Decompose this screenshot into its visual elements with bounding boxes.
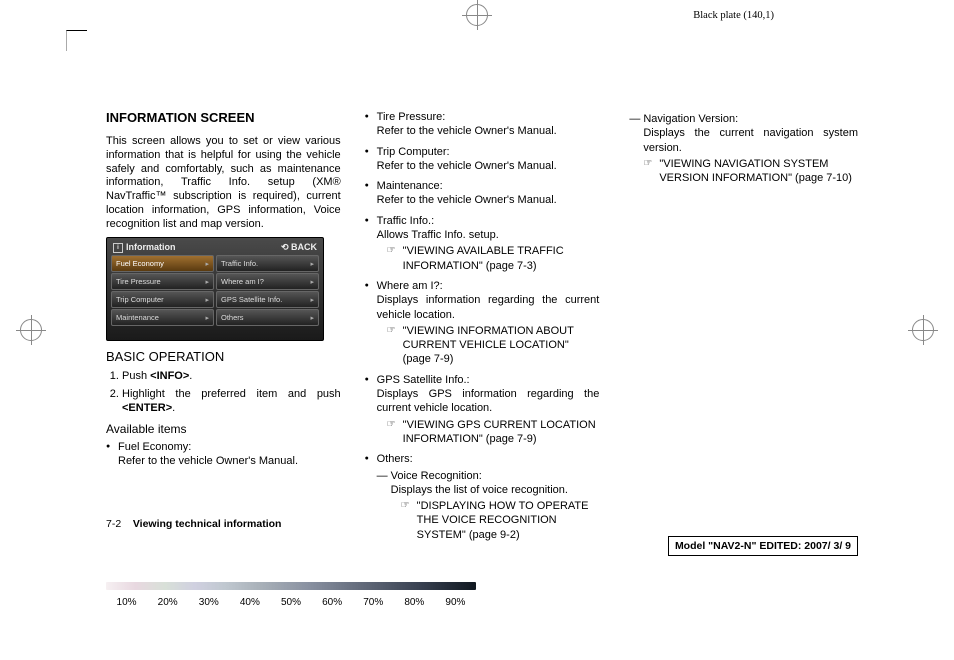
basic-operation-heading: BASIC OPERATION xyxy=(106,349,341,364)
ref-traffic: ☞"VIEWING AVAILABLE TRAFFIC INFORMATION"… xyxy=(377,244,600,273)
page-section-title: Viewing technical information xyxy=(133,518,282,530)
column-2: Tire Pressure: Refer to the vehicle Owne… xyxy=(365,110,600,548)
menu-where-am-i: Where am I?▸ xyxy=(216,273,319,290)
registration-mark-left xyxy=(20,319,42,341)
intro-paragraph: This screen allows you to set or view va… xyxy=(106,135,341,231)
page-number: 7-2 xyxy=(106,518,121,530)
column-1: INFORMATION SCREEN This screen allows yo… xyxy=(106,110,341,548)
registration-mark-right xyxy=(912,319,934,341)
density-labels: 10% 20% 30% 40% 50% 60% 70% 80% 90% xyxy=(106,597,476,608)
back-label: ⟲ BACK xyxy=(281,242,317,253)
manual-page: Black plate (140,1) INFORMATION SCREEN T… xyxy=(0,0,954,660)
page-footer: 7-2 Viewing technical information Model … xyxy=(106,518,858,556)
item-maintenance: Maintenance: Refer to the vehicle Owner'… xyxy=(365,179,600,208)
ref-where: ☞"VIEWING INFORMATION ABOUT CURRENT VEHI… xyxy=(377,324,600,367)
content-columns: INFORMATION SCREEN This screen allows yo… xyxy=(106,110,858,548)
pointer-icon: ☞ xyxy=(401,499,410,512)
item-gps-satellite: GPS Satellite Info.: Displays GPS inform… xyxy=(365,373,600,446)
density-label: 60% xyxy=(322,597,342,608)
density-label: 10% xyxy=(117,597,137,608)
density-bar xyxy=(106,582,476,590)
plate-info: Black plate (140,1) xyxy=(693,10,774,21)
available-items-col2: Tire Pressure: Refer to the vehicle Owne… xyxy=(365,110,600,542)
menu-traffic-info: Traffic Info.▸ xyxy=(216,255,319,272)
basic-operation-steps: Push <INFO>. Highlight the preferred ite… xyxy=(106,370,341,415)
section-title: INFORMATION SCREEN xyxy=(106,110,341,125)
registration-mark-top xyxy=(466,4,488,26)
ref-gps: ☞"VIEWING GPS CURRENT LOCATION INFORMATI… xyxy=(377,418,600,447)
item-fuel-economy: Fuel Economy: Refer to the vehicle Owner… xyxy=(106,440,341,469)
item-traffic-info: Traffic Info.: Allows Traffic Info. setu… xyxy=(365,214,600,273)
density-label: 70% xyxy=(363,597,383,608)
menu-maintenance: Maintenance▸ xyxy=(111,309,214,326)
item-trip-computer: Trip Computer: Refer to the vehicle Owne… xyxy=(365,145,600,174)
info-icon: i xyxy=(113,243,123,253)
available-items-heading: Available items xyxy=(106,422,341,436)
ref-nav-version: ☞"VIEWING NAVIGATION SYSTEM VERSION INFO… xyxy=(643,157,858,186)
model-edition-box: Model "NAV2-N" EDITED: 2007/ 3/ 9 xyxy=(668,536,858,556)
density-label: 80% xyxy=(404,597,424,608)
item-tire-pressure: Tire Pressure: Refer to the vehicle Owne… xyxy=(365,110,600,139)
pointer-icon: ☞ xyxy=(387,324,396,337)
screenshot-title: Information xyxy=(126,242,176,252)
pointer-icon: ☞ xyxy=(643,157,652,170)
density-label: 90% xyxy=(445,597,465,608)
crop-mark xyxy=(66,30,87,51)
info-screen-screenshot: iInformation ⟲ BACK Fuel Economy▸ Tire P… xyxy=(106,237,324,341)
density-label: 40% xyxy=(240,597,260,608)
menu-fuel-economy: Fuel Economy▸ xyxy=(111,255,214,272)
column-3: Navigation Version: Displays the current… xyxy=(623,110,858,548)
subitem-navigation-version: Navigation Version: Displays the current… xyxy=(629,112,858,185)
pointer-icon: ☞ xyxy=(387,244,396,257)
pointer-icon: ☞ xyxy=(387,418,396,431)
menu-others: Others▸ xyxy=(216,309,319,326)
density-label: 20% xyxy=(158,597,178,608)
menu-tire-pressure: Tire Pressure▸ xyxy=(111,273,214,290)
others-sublist-continued: Navigation Version: Displays the current… xyxy=(629,112,858,185)
density-label: 30% xyxy=(199,597,219,608)
menu-trip-computer: Trip Computer▸ xyxy=(111,291,214,308)
step-2: Highlight the preferred item and push <E… xyxy=(122,388,341,416)
step-1: Push <INFO>. xyxy=(122,370,341,384)
available-items-col1: Fuel Economy: Refer to the vehicle Owner… xyxy=(106,440,341,469)
menu-gps-satellite: GPS Satellite Info.▸ xyxy=(216,291,319,308)
density-label: 50% xyxy=(281,597,301,608)
item-where-am-i: Where am I?: Displays information regard… xyxy=(365,279,600,367)
